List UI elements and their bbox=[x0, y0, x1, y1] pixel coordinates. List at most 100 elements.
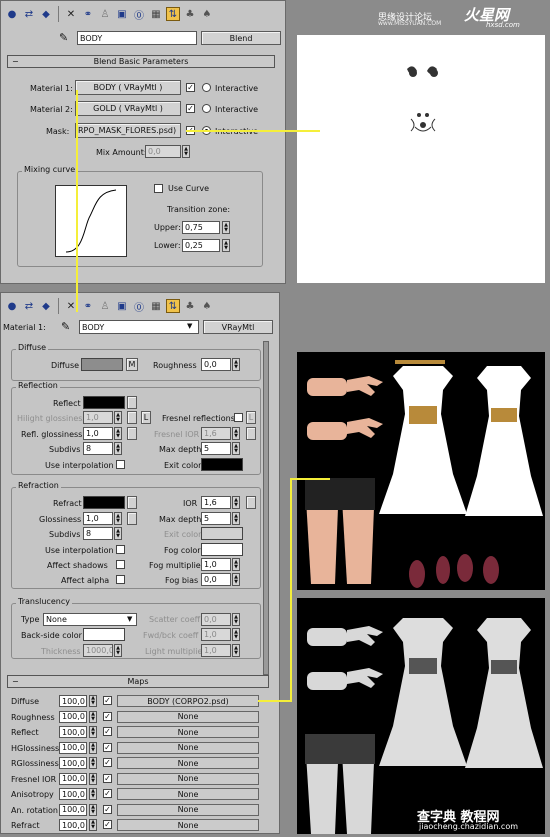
go-to-parent-icon-2[interactable]: ⇅ bbox=[166, 299, 180, 313]
get-material-icon-2[interactable]: ● bbox=[5, 299, 19, 313]
refr-max-depth-spinner[interactable]: ▲ ▼ bbox=[232, 512, 240, 525]
scatter-coeff-field[interactable]: 0,0 bbox=[201, 613, 231, 626]
material-name-field-2[interactable]: BODY bbox=[79, 320, 199, 334]
use-interpolation-checkbox[interactable] bbox=[116, 460, 125, 469]
map-slot-button[interactable]: None bbox=[117, 772, 259, 785]
refr-exit-color-swatch[interactable] bbox=[201, 527, 243, 540]
material2-checkbox[interactable]: ✓ bbox=[186, 104, 195, 113]
diffuse-color-swatch[interactable] bbox=[81, 358, 123, 371]
ior-map-button[interactable] bbox=[246, 496, 256, 509]
show-end-result-icon-2[interactable]: ▦ bbox=[149, 299, 163, 313]
fog-bias-field[interactable]: 0,0 bbox=[201, 573, 231, 586]
sibling-icon-2[interactable]: ♠ bbox=[200, 299, 214, 313]
refr-use-interpolation-checkbox[interactable] bbox=[116, 545, 125, 554]
go-forward-sibling-icon-2[interactable]: ♣ bbox=[183, 299, 197, 313]
eyedropper-icon-2[interactable]: ✎ bbox=[61, 320, 70, 333]
map-amount-field[interactable]: 100,0 bbox=[59, 695, 87, 707]
map-amount-spinner[interactable]: ▲ ▼ bbox=[89, 788, 97, 800]
hilight-spinner[interactable]: ▲ ▼ bbox=[114, 411, 122, 424]
sibling-icon[interactable]: ♠ bbox=[200, 7, 214, 21]
map-amount-spinner[interactable]: ▲ ▼ bbox=[89, 741, 97, 754]
translucency-type-select[interactable]: None bbox=[43, 613, 137, 626]
refr-max-depth-field[interactable]: 5 bbox=[201, 512, 231, 525]
affect-alpha-checkbox[interactable] bbox=[116, 575, 125, 584]
glossiness-field[interactable]: 1,0 bbox=[83, 512, 113, 525]
map-enable-checkbox[interactable]: ✓ bbox=[103, 804, 112, 814]
fresnel-ior-map-button[interactable] bbox=[246, 427, 256, 440]
put-to-library-icon-2[interactable]: ♙ bbox=[98, 299, 112, 313]
use-curve-checkbox[interactable] bbox=[154, 184, 163, 193]
max-depth-spinner[interactable]: ▲ ▼ bbox=[232, 442, 240, 455]
make-unique-icon[interactable]: ⚭ bbox=[81, 7, 95, 21]
map-slot-button[interactable]: None bbox=[117, 788, 259, 800]
blend-rollup-header[interactable]: − Blend Basic Parameters bbox=[7, 55, 275, 68]
material-id-icon[interactable]: ▣ bbox=[115, 7, 129, 21]
make-unique-icon-2[interactable]: ⚭ bbox=[81, 299, 95, 313]
glossiness-spinner[interactable]: ▲ ▼ bbox=[114, 512, 122, 525]
max-depth-field[interactable]: 5 bbox=[201, 442, 231, 455]
roughness-field[interactable]: 0,0 bbox=[201, 358, 231, 371]
name-dropdown-arrow-icon[interactable]: ▼ bbox=[187, 322, 192, 330]
refl-glossiness-map-button[interactable] bbox=[127, 427, 137, 440]
scatter-coeff-spinner[interactable]: ▲ ▼ bbox=[232, 613, 240, 626]
lower-spinner[interactable]: ▲ ▼ bbox=[222, 239, 230, 252]
map-amount-spinner[interactable]: ▲ ▼ bbox=[89, 726, 97, 738]
fog-color-swatch[interactable] bbox=[201, 543, 243, 556]
thickness-field[interactable]: 1000,0 bbox=[83, 644, 113, 657]
map-amount-field[interactable]: 100,0 bbox=[59, 788, 87, 800]
material1-interactive-radio[interactable] bbox=[202, 83, 211, 92]
material-type-button[interactable]: Blend bbox=[201, 31, 281, 45]
map-enable-checkbox[interactable]: ✓ bbox=[103, 820, 112, 829]
reflect-map-button[interactable] bbox=[127, 396, 137, 409]
map-slot-button[interactable]: None bbox=[117, 726, 259, 738]
light-multiplier-field[interactable]: 1,0 bbox=[201, 644, 231, 657]
show-map-icon[interactable]: ⓪ bbox=[132, 7, 146, 22]
reset-icon[interactable]: ✕ bbox=[64, 7, 78, 21]
fresnel-ior-field[interactable]: 1,6 bbox=[201, 427, 231, 440]
go-to-parent-icon[interactable]: ⇅ bbox=[166, 7, 180, 21]
map-amount-field[interactable]: 100,0 bbox=[59, 726, 87, 738]
refract-color-swatch[interactable] bbox=[83, 496, 125, 509]
reflect-color-swatch[interactable] bbox=[83, 396, 125, 409]
map-amount-spinner[interactable]: ▲ ▼ bbox=[89, 772, 97, 785]
map-enable-checkbox[interactable]: ✓ bbox=[103, 773, 112, 783]
thickness-spinner[interactable]: ▲ ▼ bbox=[114, 644, 122, 657]
maps-rollup-header[interactable]: − Maps bbox=[7, 675, 269, 688]
assign-material-icon-2[interactable]: ◆ bbox=[39, 299, 53, 313]
show-map-icon-2[interactable]: ⓪ bbox=[132, 299, 146, 314]
get-material-icon[interactable]: ● bbox=[5, 7, 19, 21]
hilight-lock-button[interactable]: L bbox=[141, 411, 151, 424]
map-amount-field[interactable]: 100,0 bbox=[59, 757, 87, 769]
map-amount-field[interactable]: 100,0 bbox=[59, 772, 87, 785]
put-to-library-icon[interactable]: ♙ bbox=[98, 7, 112, 21]
refl-glossiness-spinner[interactable]: ▲ ▼ bbox=[114, 427, 122, 440]
material-name-field[interactable]: BODY bbox=[77, 31, 197, 45]
hilight-glossiness-field[interactable]: 1,0 bbox=[83, 411, 113, 424]
map-enable-checkbox[interactable]: ✓ bbox=[103, 758, 112, 767]
map-enable-checkbox[interactable]: ✓ bbox=[103, 742, 112, 752]
map-amount-spinner[interactable]: ▲ ▼ bbox=[89, 710, 97, 723]
type-dropdown-arrow-icon[interactable]: ▼ bbox=[127, 615, 132, 623]
mix-amount-spinner[interactable]: ▲ ▼ bbox=[182, 145, 190, 158]
exit-color-swatch[interactable] bbox=[201, 458, 243, 471]
upper-field[interactable]: 0,75 bbox=[182, 221, 220, 234]
map-amount-spinner[interactable]: ▲ ▼ bbox=[89, 695, 97, 707]
map-amount-spinner[interactable]: ▲ ▼ bbox=[89, 819, 97, 831]
subdivs-spinner[interactable]: ▲ ▼ bbox=[114, 442, 122, 455]
fresnel-ior-spinner[interactable]: ▲ ▼ bbox=[232, 427, 240, 440]
upper-spinner[interactable]: ▲ ▼ bbox=[222, 221, 230, 234]
map-slot-button[interactable]: None bbox=[117, 819, 259, 831]
map-amount-field[interactable]: 100,0 bbox=[59, 741, 87, 754]
fwd-bck-coeff-field[interactable]: 1,0 bbox=[201, 628, 231, 641]
go-forward-sibling-icon[interactable]: ♣ bbox=[183, 7, 197, 21]
refr-subdivs-spinner[interactable]: ▲ ▼ bbox=[114, 527, 122, 540]
ior-field[interactable]: 1,6 bbox=[201, 496, 231, 509]
fog-multiplier-spinner[interactable]: ▲ ▼ bbox=[232, 558, 240, 571]
ior-spinner[interactable]: ▲ ▼ bbox=[232, 496, 240, 509]
lower-field[interactable]: 0,25 bbox=[182, 239, 220, 252]
hilight-map-button[interactable] bbox=[127, 411, 137, 424]
material2-interactive-radio[interactable] bbox=[202, 104, 211, 113]
fog-multiplier-field[interactable]: 1,0 bbox=[201, 558, 231, 571]
roughness-spinner[interactable]: ▲ ▼ bbox=[232, 358, 240, 371]
refr-subdivs-field[interactable]: 8 bbox=[83, 527, 113, 540]
